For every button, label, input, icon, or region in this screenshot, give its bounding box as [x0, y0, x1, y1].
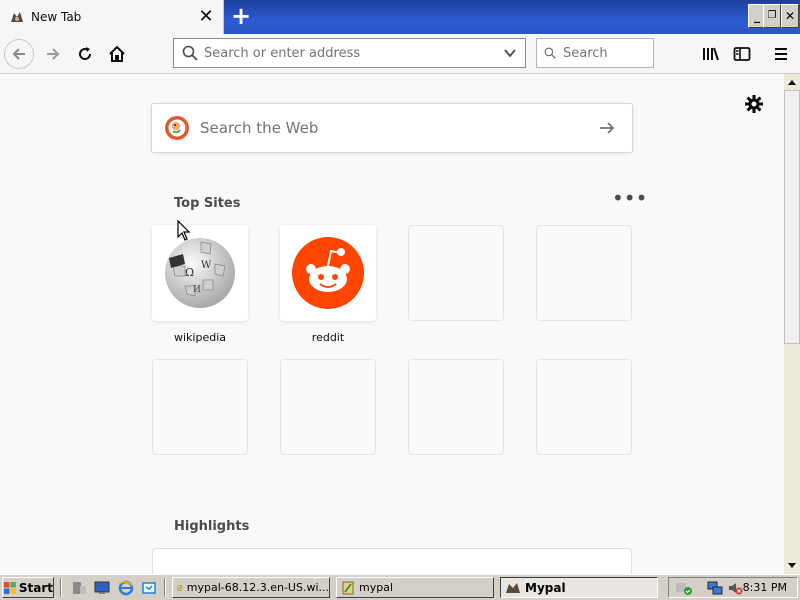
- start-label: Start: [18, 580, 53, 595]
- installer-icon: [342, 581, 354, 594]
- gear-icon[interactable]: [744, 94, 764, 114]
- security-shield-icon[interactable]: [675, 580, 693, 596]
- clock[interactable]: 8:31 PM: [743, 581, 787, 594]
- forward-arrow-icon: [47, 48, 60, 60]
- empty-top-site-slot[interactable]: [536, 359, 632, 455]
- volume-muted-icon[interactable]: [727, 580, 743, 596]
- page-scrollbar[interactable]: [784, 74, 800, 574]
- taskbar-item-label: mypal-68.12.3.en-US.wi...: [186, 581, 329, 594]
- reload-icon: [79, 47, 92, 60]
- close-tab-icon[interactable]: ✕: [197, 8, 215, 26]
- quicklaunch-desktop-icon[interactable]: [93, 579, 111, 597]
- web-search-box[interactable]: [151, 103, 633, 153]
- sidebar-toggle-button[interactable]: [727, 39, 757, 69]
- search-icon: [544, 47, 556, 59]
- quicklaunch-window-icon[interactable]: [140, 579, 158, 597]
- start-button[interactable]: Start: [2, 577, 54, 598]
- windows-taskbar: Start mypal-68.12.3.en-US.wi... mypal My…: [0, 574, 800, 600]
- menu-button[interactable]: [766, 39, 796, 69]
- tab-new-tab[interactable]: New Tab ✕: [0, 0, 224, 34]
- duckduckgo-icon: [165, 116, 189, 140]
- taskbar-item-installer[interactable]: mypal-68.12.3.en-US.wi...: [172, 577, 330, 598]
- highlights-title: Highlights: [174, 519, 250, 534]
- scroll-up-button[interactable]: [784, 74, 800, 90]
- taskbar-item-label: Mypal: [525, 580, 566, 595]
- svg-text:Ω: Ω: [185, 266, 194, 279]
- top-site-label[interactable]: wikipedia: [152, 331, 248, 344]
- search-input[interactable]: [563, 45, 653, 61]
- chevron-down-icon: [504, 49, 516, 58]
- top-site-tile-reddit[interactable]: [280, 225, 376, 321]
- scroll-up-arrow-icon: [788, 80, 796, 85]
- search-icon: [182, 45, 198, 61]
- mypal-icon: [506, 582, 520, 593]
- system-tray: 8:31 PM: [668, 577, 798, 598]
- home-icon: [109, 45, 125, 62]
- taskbar-item-mypal[interactable]: Mypal: [500, 577, 658, 598]
- forward-button[interactable]: [38, 39, 68, 69]
- library-icon: [703, 47, 719, 61]
- windows-logo-icon: [3, 581, 16, 594]
- reddit-alien-icon: [292, 237, 364, 309]
- taskbar-separator: [60, 578, 62, 597]
- highlight-card[interactable]: [152, 548, 632, 574]
- taskbar-item-folder[interactable]: mypal: [336, 577, 494, 598]
- svg-text:W: W: [201, 260, 212, 271]
- search-bar[interactable]: [536, 38, 654, 68]
- arrow-right-icon[interactable]: [598, 119, 616, 137]
- scroll-down-arrow-icon: [788, 563, 796, 568]
- scroll-down-button[interactable]: [784, 558, 800, 574]
- top-site-tile-wikipedia[interactable]: Ω W И: [152, 225, 248, 321]
- mypal-icon: [9, 9, 25, 25]
- tab-bar: New Tab ✕ + _ ❐ ✕: [0, 0, 800, 34]
- svg-text:И: И: [193, 285, 201, 295]
- address-bar[interactable]: [173, 38, 526, 68]
- tab-title: New Tab: [31, 10, 82, 24]
- back-button[interactable]: [4, 39, 34, 69]
- hamburger-menu-icon: [775, 48, 787, 60]
- web-search-input[interactable]: [200, 119, 598, 137]
- address-input[interactable]: [204, 45, 503, 61]
- taskbar-item-label: mypal: [359, 581, 394, 594]
- quicklaunch-ie-icon[interactable]: [117, 579, 135, 597]
- top-site-label[interactable]: reddit: [280, 331, 376, 344]
- more-options-icon[interactable]: •••: [612, 188, 647, 210]
- empty-top-site-slot[interactable]: [536, 225, 632, 321]
- top-sites-title: Top Sites: [174, 196, 241, 211]
- back-arrow-icon: [12, 48, 25, 60]
- mouse-cursor-icon: [177, 220, 191, 241]
- installer-icon: [177, 584, 183, 591]
- empty-top-site-slot[interactable]: [408, 225, 504, 321]
- restore-button[interactable]: ❐: [763, 4, 781, 28]
- reload-button[interactable]: [70, 39, 100, 69]
- network-icon[interactable]: [707, 580, 723, 596]
- empty-top-site-slot[interactable]: [280, 359, 376, 455]
- newtab-page: Top Sites ••• Ω W И wikipedia reddit: [0, 74, 784, 574]
- wikipedia-globe-icon: Ω W И: [165, 238, 235, 308]
- empty-top-site-slot[interactable]: [408, 359, 504, 455]
- navigation-toolbar: [0, 34, 800, 74]
- close-window-button[interactable]: ✕: [781, 4, 799, 28]
- taskbar-separator: [164, 578, 166, 597]
- new-tab-button[interactable]: +: [228, 4, 254, 30]
- quicklaunch-explorer-icon[interactable]: [70, 579, 88, 597]
- scrollbar-thumb[interactable]: [784, 90, 800, 344]
- home-button[interactable]: [102, 39, 132, 69]
- empty-top-site-slot[interactable]: [152, 359, 248, 455]
- sidebar-icon: [733, 47, 751, 61]
- library-button[interactable]: [696, 39, 726, 69]
